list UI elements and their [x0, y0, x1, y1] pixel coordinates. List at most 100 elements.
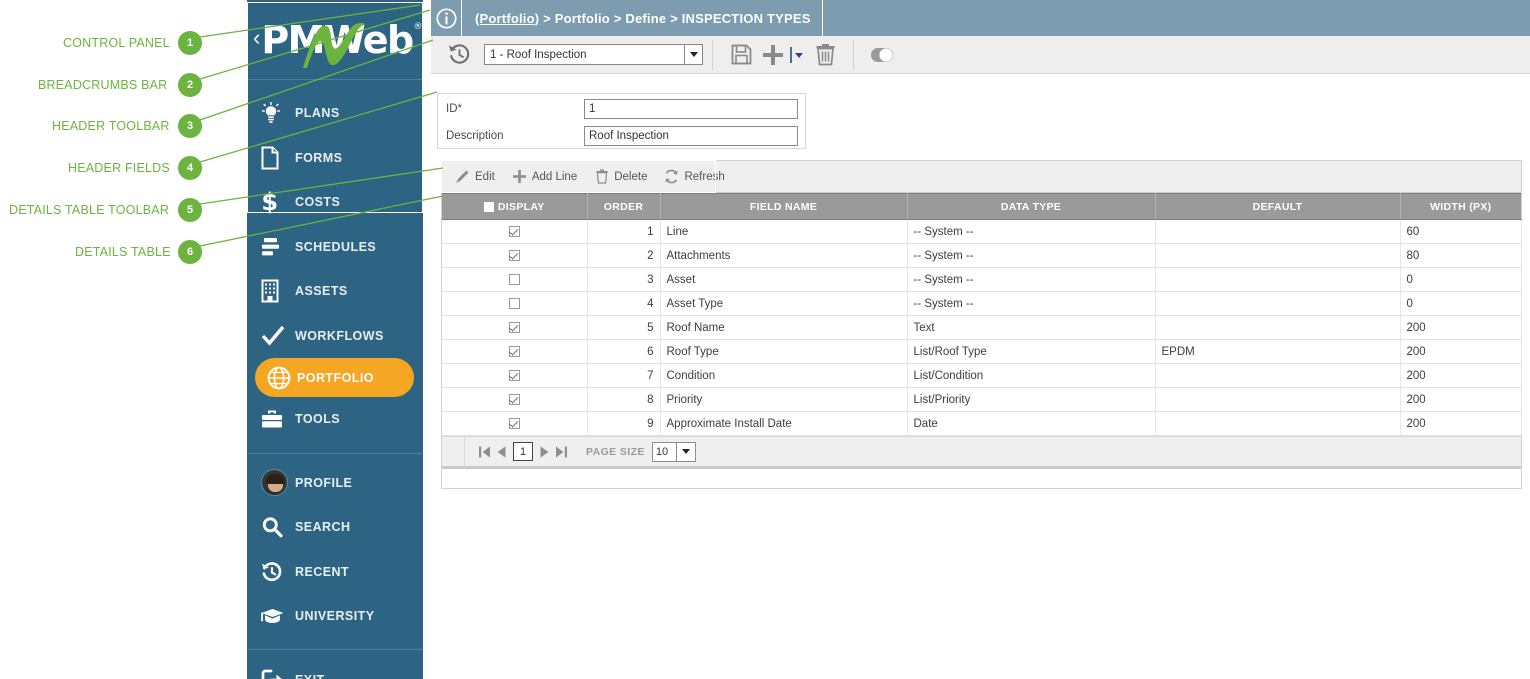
sidebar-item-portfolio[interactable]: PORTFOLIO: [255, 358, 414, 397]
cell-display[interactable]: [442, 340, 587, 364]
sidebar-item-forms[interactable]: FORMS: [247, 136, 423, 181]
pmweb-logo[interactable]: ‹ PMWeb ®: [247, 0, 423, 79]
add-button[interactable]: [760, 39, 786, 71]
select-all-checkbox[interactable]: [484, 202, 494, 212]
sidebar-item-costs[interactable]: $ COSTS: [247, 180, 423, 225]
history-icon[interactable]: [440, 39, 478, 71]
display-checkbox[interactable]: [509, 322, 520, 333]
cell-order: 6: [587, 340, 660, 364]
page-number-input[interactable]: 1: [513, 442, 533, 461]
cell-display[interactable]: [442, 364, 587, 388]
sidebar-gap-util: [247, 454, 423, 461]
breadcrumb: (Portfolio) > Portfolio > Define > INSPE…: [462, 11, 811, 26]
sidebar-item-recent[interactable]: RECENT: [247, 550, 423, 595]
table-row[interactable]: 7ConditionList/Condition200: [442, 364, 1521, 388]
sidebar-gap-exit: [247, 639, 423, 649]
cell-default: [1155, 244, 1400, 268]
sidebar-item-schedules[interactable]: SCHEDULES: [247, 225, 423, 270]
column-header-default[interactable]: DEFAULT: [1155, 194, 1400, 220]
collapse-sidebar-icon[interactable]: ‹: [253, 27, 260, 49]
add-line-button[interactable]: Add Line: [512, 169, 577, 184]
display-checkbox[interactable]: [509, 418, 520, 429]
table-row[interactable]: 8PriorityList/Priority200: [442, 388, 1521, 412]
record-selector-combo[interactable]: 1 - Roof Inspection: [484, 44, 703, 65]
column-header-width[interactable]: WIDTH (PX): [1400, 194, 1521, 220]
sidebar-item-plans[interactable]: PLANS: [247, 91, 423, 136]
description-field[interactable]: Roof Inspection: [584, 126, 798, 146]
table-row[interactable]: 3Asset-- System --0: [442, 268, 1521, 292]
table-row[interactable]: 2Attachments-- System --80: [442, 244, 1521, 268]
cell-width: 60: [1400, 220, 1521, 244]
exit-icon: [261, 666, 295, 679]
first-page-icon[interactable]: [476, 442, 493, 462]
page-size-input[interactable]: 10: [652, 442, 677, 462]
next-page-icon[interactable]: [536, 442, 553, 462]
cell-display[interactable]: [442, 244, 587, 268]
display-checkbox[interactable]: [509, 250, 520, 261]
sidebar-item-university[interactable]: UNIVERSITY: [247, 594, 423, 639]
breadcrumb-link-portfolio[interactable]: (Portfolio): [475, 11, 539, 26]
sidebar-item-label: UNIVERSITY: [295, 609, 375, 623]
cell-display[interactable]: [442, 388, 587, 412]
table-row[interactable]: 9Approximate Install DateDate200: [442, 412, 1521, 436]
sidebar-item-search[interactable]: SEARCH: [247, 505, 423, 550]
display-checkbox[interactable]: [509, 226, 520, 237]
sidebar-item-workflows[interactable]: WORKFLOWS: [247, 314, 423, 359]
caret-down-icon[interactable]: [684, 45, 702, 64]
cell-display[interactable]: [442, 292, 587, 316]
table-row[interactable]: 5Roof NameText200: [442, 316, 1521, 340]
table-row[interactable]: 4Asset Type-- System --0: [442, 292, 1521, 316]
control-panel-sidebar: ‹ PMWeb ® PLANS FORMS $: [247, 0, 423, 679]
prev-page-icon[interactable]: [493, 442, 510, 462]
display-checkbox[interactable]: [509, 298, 520, 309]
plus-icon: [512, 169, 527, 184]
save-button[interactable]: [722, 39, 760, 71]
table-body: 1Line-- System --602Attachments-- System…: [442, 220, 1521, 436]
id-field[interactable]: 1: [584, 99, 798, 119]
cell-field-name: Attachments: [660, 244, 907, 268]
sidebar-item-tools[interactable]: TOOLS: [247, 397, 423, 442]
sidebar-item-exit[interactable]: EXIT: [247, 658, 423, 679]
toggle-icon[interactable]: [863, 39, 901, 71]
refresh-button[interactable]: Refresh: [664, 169, 724, 184]
cell-display[interactable]: [442, 220, 587, 244]
sidebar-item-profile[interactable]: PROFILE: [247, 461, 423, 506]
cell-width: 0: [1400, 292, 1521, 316]
sidebar-item-assets[interactable]: ASSETS: [247, 269, 423, 314]
cell-display[interactable]: [442, 268, 587, 292]
cell-display[interactable]: [442, 412, 587, 436]
cell-order: 7: [587, 364, 660, 388]
column-header-display[interactable]: DISPLAY: [442, 194, 587, 220]
cell-display[interactable]: [442, 316, 587, 340]
sidebar-item-label: RECENT: [295, 565, 349, 579]
table-row[interactable]: 6Roof TypeList/Roof TypeEPDM200: [442, 340, 1521, 364]
annotation-badge-4: 4: [178, 156, 202, 180]
add-dropdown-button[interactable]: [786, 39, 806, 71]
column-header-field-name[interactable]: FIELD NAME: [660, 194, 907, 220]
cell-width: 200: [1400, 340, 1521, 364]
delete-button[interactable]: [806, 39, 844, 71]
info-circle-icon[interactable]: [431, 0, 462, 36]
delete-line-button[interactable]: Delete: [594, 169, 647, 184]
field-row-id: ID* 1: [446, 96, 805, 121]
cell-order: 2: [587, 244, 660, 268]
cell-field-name: Condition: [660, 364, 907, 388]
display-checkbox[interactable]: [509, 346, 520, 357]
display-checkbox[interactable]: [509, 274, 520, 285]
cell-default: [1155, 220, 1400, 244]
table-row[interactable]: 1Line-- System --60: [442, 220, 1521, 244]
cell-default: [1155, 388, 1400, 412]
display-checkbox[interactable]: [509, 370, 520, 381]
column-header-display-label: DISPLAY: [498, 201, 545, 213]
last-page-icon[interactable]: [553, 442, 570, 462]
display-checkbox[interactable]: [509, 394, 520, 405]
cell-order: 1: [587, 220, 660, 244]
sidebar-item-label: SCHEDULES: [295, 240, 376, 254]
column-header-data-type[interactable]: DATA TYPE: [907, 194, 1155, 220]
schedule-icon: [261, 233, 295, 261]
cell-field-name: Approximate Install Date: [660, 412, 907, 436]
page-size-caret-down-icon[interactable]: [677, 442, 696, 462]
annotation-label: DETAILS TABLE: [75, 245, 171, 259]
column-header-order[interactable]: ORDER: [587, 194, 660, 220]
edit-button[interactable]: Edit: [455, 169, 495, 184]
